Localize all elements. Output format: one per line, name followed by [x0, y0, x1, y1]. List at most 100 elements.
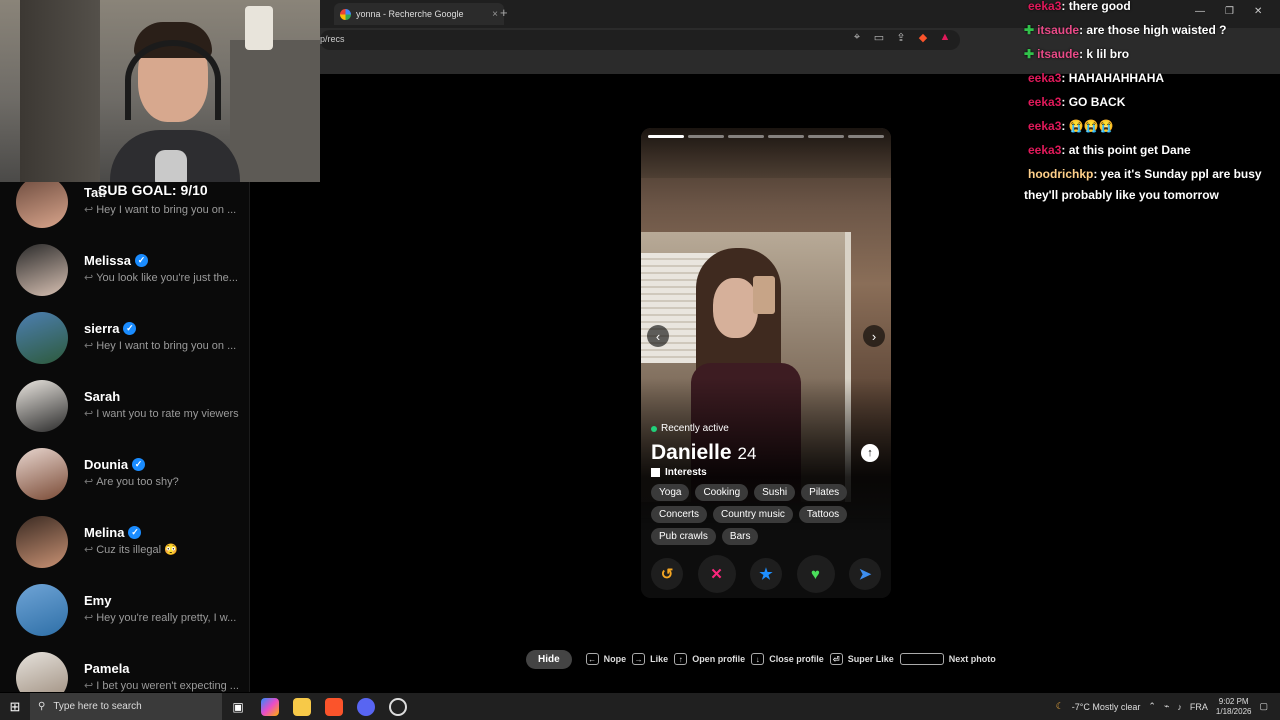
match-name-text: sierra: [84, 321, 120, 336]
chat-text: : are those high waisted ?: [1079, 23, 1227, 37]
chat-username[interactable]: hoodrichkp: [1028, 167, 1093, 181]
action-buttons: ↺ ✕ ★ ♥ ➤: [651, 555, 881, 593]
key-icon: ←: [585, 653, 599, 665]
photo-progress-segment: [688, 135, 724, 138]
avatar: [16, 312, 68, 364]
brave-shield-icon[interactable]: ◆: [916, 31, 930, 44]
windows-start-icon[interactable]: ⊞: [0, 699, 30, 715]
interests-label: Interests: [665, 467, 707, 478]
interest-chip: Pub crawls: [651, 528, 716, 545]
match-item[interactable]: Emy ↩ Hey you're really pretty, I w...: [0, 584, 249, 652]
location-icon[interactable]: ⌖: [850, 31, 864, 44]
new-tab-button[interactable]: +: [500, 5, 508, 20]
chat-username[interactable]: eeka3: [1028, 143, 1061, 157]
match-last-message: ↩ I bet you weren't expecting ...: [84, 679, 244, 692]
interest-chip: Bars: [721, 528, 759, 545]
file-explorer-icon[interactable]: [286, 693, 318, 720]
chat-username[interactable]: eeka3: [1028, 0, 1061, 13]
share-icon[interactable]: ⇪: [894, 31, 908, 44]
match-last-message: ↩ Hey you're really pretty, I w...: [84, 611, 244, 624]
match-item[interactable]: Dounia ✓ ↩ Are you too shy?: [0, 448, 249, 516]
volume-icon[interactable]: ♪: [1177, 702, 1182, 712]
match-message-text: Hey you're really pretty, I w...: [96, 612, 237, 624]
chat-username[interactable]: itsaude: [1037, 47, 1079, 61]
chat-text: : HAHAHAHHAHA: [1061, 71, 1165, 85]
tab-close-icon[interactable]: ×: [492, 9, 498, 20]
profile-card[interactable]: ‹ › Recently active Danielle 24 ↑ Intere…: [641, 128, 891, 598]
shortcut-label: Close profile: [769, 654, 824, 664]
obs-icon[interactable]: [382, 693, 414, 720]
match-item[interactable]: Pamela ↩ I bet you weren't expecting ...: [0, 652, 249, 692]
recently-active: Recently active: [651, 423, 729, 434]
chat-username[interactable]: eeka3: [1028, 119, 1061, 133]
rewind-icon: ↺: [660, 566, 674, 583]
brave-rewards-icon[interactable]: ▲: [938, 31, 952, 44]
prev-photo-button[interactable]: ‹: [647, 325, 669, 347]
match-item[interactable]: Melissa ✓ ↩ You look like you're just the..…: [0, 244, 249, 312]
shortcut-label: Super Like: [847, 654, 894, 664]
interest-chip: Country music: [713, 506, 793, 523]
chat-username[interactable]: itsaude: [1037, 23, 1079, 37]
verified-badge-icon: ✓: [134, 254, 148, 267]
task-view-icon[interactable]: ▣: [222, 693, 254, 720]
nope-button[interactable]: ✕: [697, 555, 736, 593]
heart-icon: ♥: [811, 565, 820, 583]
match-name: Melissa ✓: [84, 253, 148, 268]
match-item[interactable]: sierra ✓ ↩ Hey I want to bring you on ...: [0, 312, 249, 380]
clock-date: 1/18/2026: [1215, 706, 1252, 716]
chat-username[interactable]: eeka3: [1028, 95, 1061, 109]
webcam-background-door: [20, 0, 100, 182]
star-icon: ★: [759, 566, 773, 583]
interest-chip: Concerts: [651, 506, 708, 523]
chat-text: : 😭😭😭: [1061, 119, 1114, 133]
shortcut-label: Nope: [603, 654, 627, 664]
boost-button[interactable]: ➤: [849, 558, 881, 590]
language-indicator[interactable]: FRA: [1190, 702, 1208, 712]
tray-chevron-icon[interactable]: ⌃: [1148, 701, 1156, 712]
minimize-icon[interactable]: —: [1195, 6, 1205, 17]
interest-chip: Cooking: [695, 484, 749, 501]
avatar: [16, 244, 68, 296]
match-last-message: ↩ Hey I want to bring you on ...: [84, 203, 244, 216]
match-message-text: Cuz its illegal 😳: [96, 544, 178, 556]
weather-icon: ☾: [1055, 701, 1064, 711]
profile-age: 24: [737, 444, 757, 463]
match-name-text: Melissa: [84, 253, 131, 268]
reply-icon: ↩: [84, 544, 94, 556]
chat-username[interactable]: eeka3: [1028, 71, 1061, 85]
clock[interactable]: 9:02 PM 1/18/2026: [1216, 697, 1252, 717]
brave-browser-icon[interactable]: [318, 693, 350, 720]
interest-chip: Sushi: [754, 484, 796, 501]
browser-tab[interactable]: yonna - Recherche Google ×: [334, 3, 504, 25]
weather-text[interactable]: -7°C Mostly clear: [1072, 702, 1141, 712]
taskbar-search[interactable]: ⚲ Type here to search: [30, 693, 222, 720]
open-profile-button[interactable]: ↑: [861, 444, 879, 462]
match-name: sierra ✓: [84, 321, 137, 336]
photo-progress-segment: [728, 135, 764, 138]
key-icon: [899, 653, 944, 665]
match-name: Sarah: [84, 389, 120, 404]
restore-icon[interactable]: ❐: [1225, 6, 1234, 17]
search-icon: ⚲: [38, 701, 46, 712]
rewind-button[interactable]: ↺: [651, 558, 683, 590]
like-button[interactable]: ♥: [796, 555, 835, 593]
close-window-icon[interactable]: ✕: [1254, 6, 1262, 17]
match-message-text: I want you to rate my viewers: [96, 408, 239, 420]
photo-progress-segment: [648, 135, 684, 138]
notifications-icon[interactable]: ▢: [1259, 701, 1268, 712]
next-photo-button[interactable]: ›: [863, 325, 885, 347]
chat-message: eeka3: HAHAHAHHAHA: [1024, 68, 1280, 89]
match-item[interactable]: Sarah ↩ I want you to rate my viewers: [0, 380, 249, 448]
window-controls: — ❐ ✕: [1195, 6, 1262, 17]
super-like-button[interactable]: ★: [750, 558, 782, 590]
copilot-icon[interactable]: [254, 693, 286, 720]
photo-subject-phone: [753, 276, 775, 314]
avatar: [16, 380, 68, 432]
hide-shortcuts-button[interactable]: Hide: [526, 649, 572, 669]
match-name-text: Melina: [84, 525, 125, 540]
match-message-text: I bet you weren't expecting ...: [96, 680, 239, 692]
network-icon[interactable]: ⌁: [1164, 701, 1169, 712]
cast-icon[interactable]: ▭: [872, 31, 886, 44]
discord-icon[interactable]: [350, 693, 382, 720]
match-item[interactable]: Melina ✓ ↩ Cuz its illegal 😳: [0, 516, 249, 584]
